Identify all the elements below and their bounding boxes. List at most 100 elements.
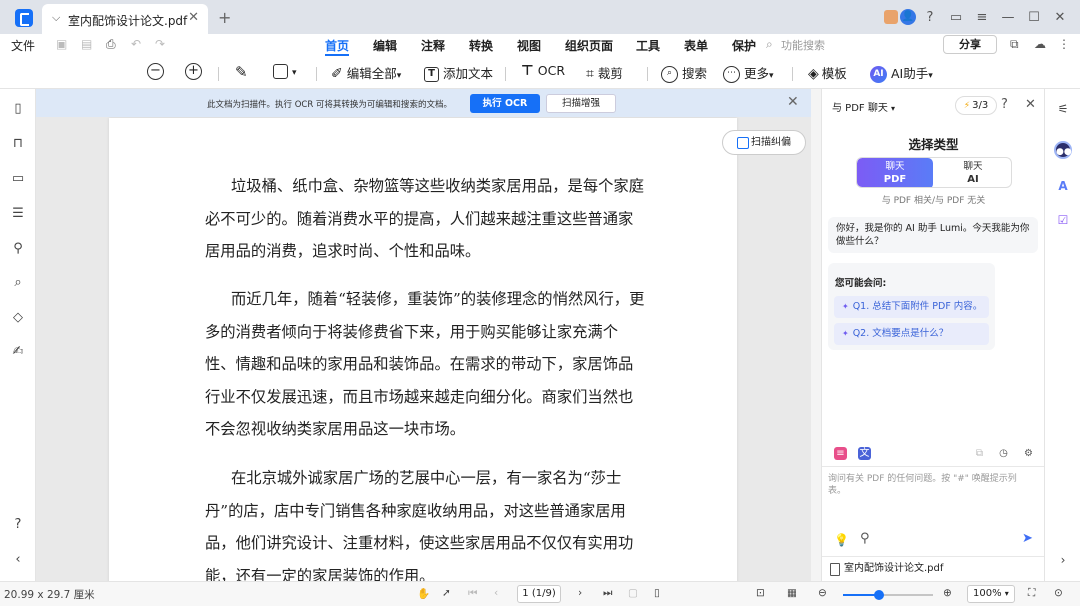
- settings-icon[interactable]: ⚙: [1022, 447, 1035, 460]
- check-icon[interactable]: ☑: [1054, 211, 1072, 229]
- menu-icon[interactable]: ≡: [970, 10, 994, 25]
- rotate-icon[interactable]: ▢: [628, 587, 638, 599]
- attachment-icon[interactable]: ⚲: [9, 240, 27, 258]
- lightbulb-icon[interactable]: 💡: [834, 533, 849, 547]
- next-page-icon[interactable]: ›: [578, 587, 582, 599]
- zoom-in-icon[interactable]: ⊕: [943, 587, 952, 599]
- ai-assistant-button[interactable]: AI AI助手▾: [870, 63, 933, 83]
- close-icon[interactable]: ✕: [1025, 97, 1036, 112]
- ocr-button[interactable]: ⊤ OCR: [521, 63, 565, 79]
- select-tool-icon[interactable]: ➚: [442, 587, 451, 599]
- document-tab[interactable]: ⌵ 室内配饰设计论文.pdf ✕: [42, 4, 208, 34]
- scan-enhance-button[interactable]: 扫描增强: [546, 94, 616, 113]
- chat-pdf-option[interactable]: 聊天 PDF: [857, 158, 933, 187]
- presentation-icon[interactable]: ▦: [787, 587, 797, 599]
- send-icon[interactable]: ➤: [1022, 531, 1033, 546]
- zoom-slider-thumb[interactable]: [874, 590, 884, 600]
- hand-tool-icon[interactable]: ✋: [417, 587, 430, 600]
- suggested-question-2[interactable]: Q2. 文档要点是什么？: [834, 323, 989, 345]
- cloud-upload-icon[interactable]: ☁: [1034, 37, 1046, 51]
- feature-search-input[interactable]: 功能搜索: [781, 37, 825, 53]
- redo-icon[interactable]: ↷: [155, 37, 165, 51]
- bookmark-icon[interactable]: ⊓: [9, 135, 27, 153]
- more-icon[interactable]: ⋮: [1058, 37, 1070, 51]
- last-page-icon[interactable]: ⏭: [603, 587, 612, 600]
- print-icon[interactable]: ⎙: [106, 37, 116, 52]
- more-button[interactable]: ⋯ 更多▾: [723, 63, 774, 83]
- fit-page-icon[interactable]: ▯: [654, 587, 660, 599]
- signature-icon[interactable]: ✍: [9, 343, 27, 361]
- add-text-button[interactable]: T 添加文本: [424, 63, 493, 82]
- ai-chat-input[interactable]: 询问有关 PDF 的任何问题。按 "#" 唤醒提示列表。 💡 ⚲ ➤: [822, 466, 1045, 556]
- page-indicator[interactable]: 1 (1/9): [517, 585, 561, 603]
- chat-ai-option[interactable]: 聊天 AI: [935, 158, 1011, 187]
- share-button[interactable]: 分享: [943, 35, 997, 54]
- message-icon[interactable]: ▭: [944, 10, 968, 25]
- avatar-icon[interactable]: 👤: [900, 9, 916, 25]
- zoom-slider[interactable]: [843, 590, 933, 600]
- network-icon[interactable]: ⧉: [1010, 37, 1019, 52]
- edit-all-button[interactable]: ✐ 编辑全部▾: [331, 63, 401, 82]
- new-tab-icon[interactable]: +: [218, 8, 231, 27]
- attachment-icon[interactable]: ⚲: [860, 531, 870, 546]
- undo-icon[interactable]: ↶: [131, 37, 141, 51]
- vertical-scrollbar[interactable]: [811, 89, 821, 581]
- shape-button[interactable]: ▾: [273, 63, 297, 79]
- tab-convert[interactable]: 转换: [469, 37, 493, 54]
- layers-icon[interactable]: ◇: [9, 309, 27, 327]
- save-icon[interactable]: ▣: [56, 37, 67, 51]
- zoom-in-button[interactable]: +: [185, 63, 206, 80]
- suggested-question-1[interactable]: Q1. 总结下面附件 PDF 内容。: [834, 296, 989, 318]
- close-icon[interactable]: ✕: [1048, 10, 1072, 25]
- tab-edit[interactable]: 编辑: [373, 37, 397, 54]
- ai-assistant-icon[interactable]: ●●: [1054, 141, 1072, 159]
- copy-icon[interactable]: ⧉: [973, 447, 986, 460]
- zoom-out-button[interactable]: −: [147, 63, 168, 80]
- run-ocr-button[interactable]: 执行 OCR: [470, 94, 540, 113]
- highlight-button[interactable]: ✎: [235, 63, 248, 81]
- fullscreen-icon[interactable]: ⛶: [1028, 587, 1035, 600]
- outline-icon[interactable]: ☰: [9, 205, 27, 223]
- tab-view[interactable]: 视图: [517, 37, 541, 54]
- tab-forms[interactable]: 表单: [684, 37, 708, 54]
- prompt-library-icon[interactable]: ≡: [834, 447, 847, 460]
- help-icon[interactable]: ?: [918, 10, 942, 25]
- divider: [218, 67, 219, 81]
- crop-button[interactable]: ⌗ 裁剪: [586, 63, 623, 82]
- tab-close-icon[interactable]: ✕: [188, 10, 199, 25]
- search-icon[interactable]: ⌕: [9, 274, 27, 292]
- page-layout-icon[interactable]: ⊡: [756, 587, 765, 599]
- chat-mode-select[interactable]: 与 PDF 聊天 ▾: [832, 99, 895, 114]
- tab-home[interactable]: 首页: [325, 37, 349, 54]
- save-as-icon[interactable]: ▤: [81, 37, 92, 51]
- translate-icon[interactable]: 文: [858, 447, 871, 460]
- maximize-icon[interactable]: ☐: [1022, 10, 1046, 25]
- chevron-down-icon[interactable]: ⌵: [52, 11, 60, 25]
- help-icon[interactable]: ?: [1001, 97, 1008, 112]
- tab-organize[interactable]: 组织页面: [565, 37, 613, 54]
- close-icon[interactable]: ✕: [787, 94, 799, 110]
- tab-protect[interactable]: 保护: [732, 37, 756, 54]
- help-icon[interactable]: ?: [9, 516, 27, 534]
- zoom-select[interactable]: 100% ▾: [967, 585, 1015, 603]
- page-thumbnail-icon[interactable]: ▯: [9, 100, 27, 118]
- properties-icon[interactable]: ⚟: [1054, 100, 1072, 118]
- template-button[interactable]: ◈ 模板: [808, 63, 847, 82]
- comment-icon[interactable]: ▭: [9, 170, 27, 188]
- notification-icon[interactable]: [884, 10, 898, 24]
- more-options-icon[interactable]: ⊙: [1054, 587, 1063, 599]
- tab-tools[interactable]: 工具: [636, 37, 660, 54]
- search-button[interactable]: ⌕ 搜索: [661, 63, 707, 83]
- previous-page-icon[interactable]: ‹: [494, 587, 498, 599]
- translate-icon[interactable]: A: [1054, 177, 1072, 195]
- tab-annotate[interactable]: 注释: [421, 37, 445, 54]
- first-page-icon[interactable]: ⏮: [468, 587, 477, 600]
- deskew-button[interactable]: 扫描纠偏: [722, 130, 806, 155]
- file-menu[interactable]: 文件: [11, 37, 35, 54]
- collapse-panel-icon[interactable]: ›: [1054, 551, 1072, 569]
- collapse-sidebar-icon[interactable]: ‹: [9, 551, 27, 569]
- history-icon[interactable]: ◷: [997, 447, 1010, 460]
- chevron-down-icon: ▾: [769, 71, 774, 81]
- minimize-icon[interactable]: —: [996, 10, 1020, 25]
- zoom-out-icon[interactable]: ⊖: [818, 587, 827, 599]
